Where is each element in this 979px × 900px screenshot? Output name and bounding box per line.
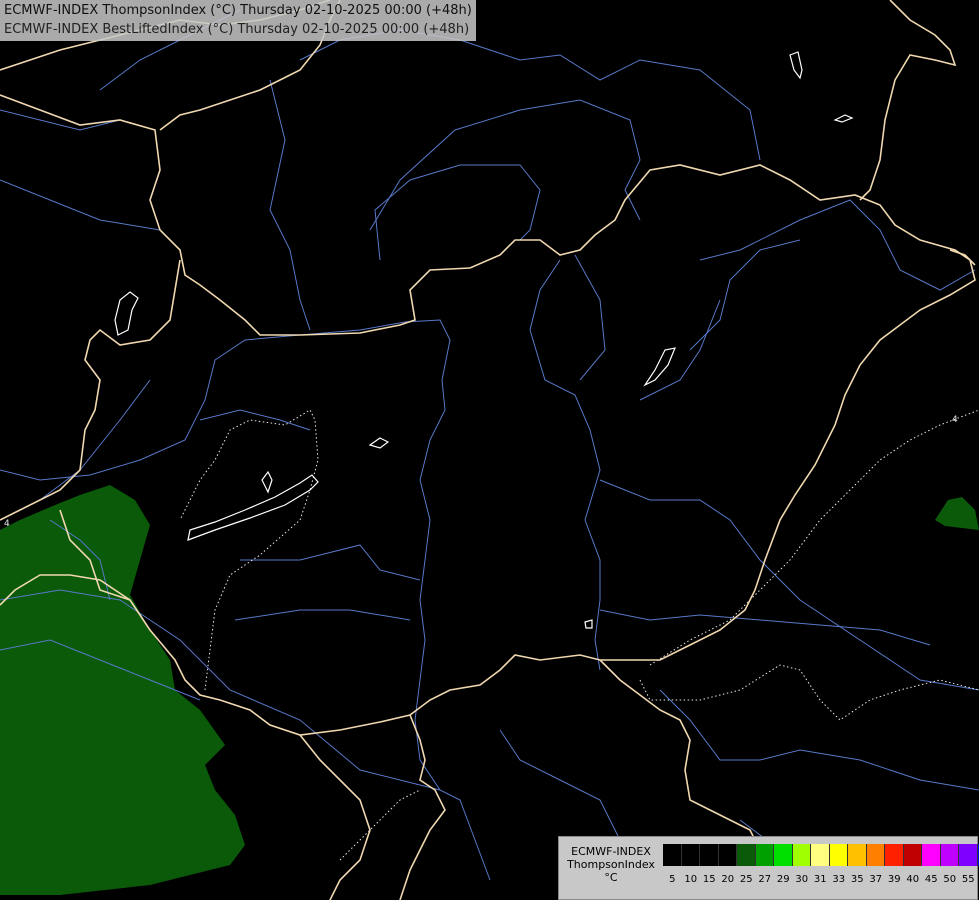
legend-swatch: [774, 844, 793, 866]
legend-swatch: [940, 844, 959, 866]
legend-swatch: [663, 844, 682, 866]
legend-tick: 25: [739, 874, 753, 885]
legend-tick: 35: [850, 874, 864, 885]
legend-swatch: [811, 844, 830, 866]
legend-tick: 50: [943, 874, 957, 885]
legend-tick: 55: [961, 874, 975, 885]
legend-tick: 33: [832, 874, 846, 885]
legend-swatch: [848, 844, 867, 866]
legend-tick: 37: [869, 874, 883, 885]
legend-label-line-2: ThompsonIndex: [567, 858, 655, 871]
map-title-box: ECMWF-INDEX ThompsonIndex (°C) Thursday …: [0, 0, 476, 41]
legend-swatch: [903, 844, 922, 866]
legend-swatch: [885, 844, 904, 866]
legend-label-line-1: ECMWF-INDEX: [571, 845, 651, 858]
legend-tick: 5: [669, 874, 676, 885]
legend-color-bar: [663, 844, 979, 866]
legend-tick: 10: [684, 874, 698, 885]
legend-swatch: [922, 844, 941, 866]
title-line-best-lifted-index: ECMWF-INDEX BestLiftedIndex (°C) Thursda…: [4, 22, 470, 37]
legend-tick: 39: [887, 874, 901, 885]
title-line-thompson-index: ECMWF-INDEX ThompsonIndex (°C) Thursday …: [4, 3, 472, 18]
legend-label-line-3: °C: [604, 871, 618, 884]
legend-tick: 27: [758, 874, 772, 885]
contour-label-west: 4: [4, 519, 10, 529]
legend-swatch: [959, 844, 978, 866]
legend-swatch: [700, 844, 719, 866]
legend-swatch: [829, 844, 848, 866]
legend-swatch: [792, 844, 811, 866]
legend-label: ECMWF-INDEX ThompsonIndex °C: [561, 845, 661, 884]
legend-tick: 20: [721, 874, 735, 885]
legend-tick: 29: [776, 874, 790, 885]
legend-tick: 30: [795, 874, 809, 885]
legend-swatch: [755, 844, 774, 866]
contour-label: 4: [952, 415, 958, 425]
legend-swatch: [718, 844, 737, 866]
legend-tick-labels: 51015202527293031333537394045505560: [663, 874, 979, 888]
legend-swatch: [681, 844, 700, 866]
color-legend: ECMWF-INDEX ThompsonIndex °C 5 10 15 20 25 27…: [558, 836, 979, 900]
weather-map: 4 4: [0, 0, 979, 900]
legend-tick: 31: [813, 874, 827, 885]
legend-tick: 40: [906, 874, 920, 885]
legend-swatch: [866, 844, 885, 866]
legend-swatch: [737, 844, 756, 866]
legend-tick: 45: [924, 874, 938, 885]
legend-tick: 15: [702, 874, 716, 885]
